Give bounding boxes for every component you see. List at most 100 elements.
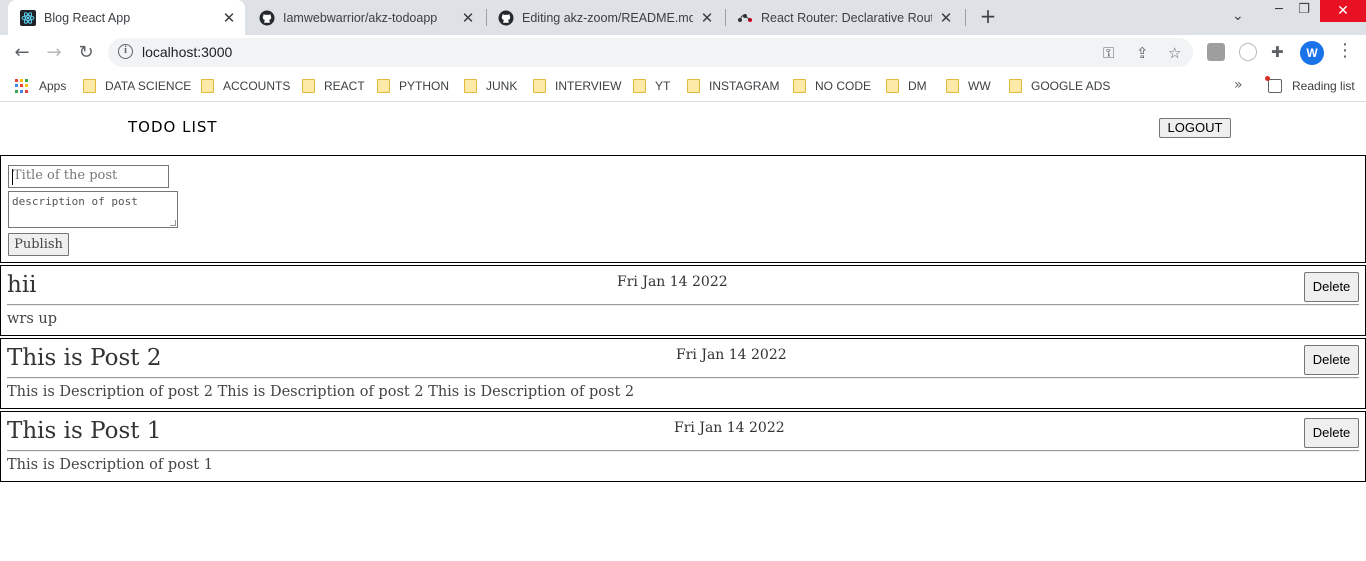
reload-icon[interactable]: ↻	[73, 40, 99, 66]
app-header: TODO LIST LOGOUT	[0, 103, 1366, 153]
address-bar[interactable]: i localhost:3000 ⚿ ⇪ ☆	[108, 38, 1193, 67]
bookmark-label: PYTHON	[399, 79, 450, 93]
close-window-icon[interactable]: ✕	[1320, 0, 1366, 22]
bookmark-label: GOOGLE ADS	[1031, 79, 1111, 93]
publish-button[interactable]: Publish	[8, 233, 69, 256]
bookmark-label: NO CODE	[815, 79, 872, 93]
folder-icon	[464, 79, 477, 93]
profile-avatar[interactable]: W	[1300, 41, 1324, 65]
bookmark-folder[interactable]: JUNK	[464, 77, 517, 95]
bookmark-folder[interactable]: INSTAGRAM	[687, 77, 779, 95]
address-url[interactable]: localhost:3000	[142, 44, 232, 60]
app-logo: TODO LIST	[128, 118, 218, 136]
logout-button[interactable]: LOGOUT	[1159, 118, 1231, 138]
tab-close-icon[interactable]: ✕	[699, 9, 715, 27]
extension-icon[interactable]	[1207, 43, 1225, 61]
post-description: This is Description of post 1	[7, 457, 213, 473]
folder-icon	[201, 79, 214, 93]
star-icon[interactable]: ☆	[1168, 44, 1181, 62]
post-card: This is Post 1 Fri Jan 14 2022 Delete Th…	[0, 411, 1366, 482]
delete-button[interactable]: Delete	[1304, 418, 1359, 448]
tab-title: Iamwebwarrior/akz-todoapp	[283, 10, 438, 25]
folder-icon	[83, 79, 96, 93]
bookmark-label: WW	[968, 79, 991, 93]
folder-icon	[633, 79, 646, 93]
tab-close-icon[interactable]: ✕	[221, 9, 237, 27]
bookmark-folder[interactable]: DATA SCIENCE	[83, 77, 191, 95]
bookmark-label: DATA SCIENCE	[105, 79, 192, 93]
chevron-down-icon[interactable]: ⌄	[1232, 8, 1244, 24]
puzzle-icon[interactable]: ✚	[1271, 43, 1289, 61]
folder-icon	[687, 79, 700, 93]
text-caret	[12, 169, 13, 185]
forward-arrow-icon[interactable]: →	[41, 40, 67, 66]
bookmark-label: ACCOUNTS	[223, 79, 291, 93]
reading-list[interactable]: Reading list	[1265, 76, 1355, 95]
back-arrow-icon[interactable]: ←	[9, 40, 35, 66]
react-icon	[20, 9, 36, 26]
restore-icon[interactable]: ❐	[1289, 0, 1319, 22]
tab-akz-todoapp[interactable]: Iamwebwarrior/akz-todoapp ✕	[247, 0, 484, 35]
tab-title: React Router: Declarative Routing	[761, 10, 932, 25]
apps-grid-icon	[15, 79, 29, 93]
delete-button[interactable]: Delete	[1304, 272, 1359, 302]
bookmark-folder[interactable]: ACCOUNTS	[201, 77, 290, 95]
bookmarks-bar: Apps DATA SCIENCE ACCOUNTS REACT PYTHON …	[0, 71, 1366, 102]
bookmark-folder[interactable]: INTERVIEW	[533, 77, 621, 95]
new-post-form: Title of the post description of post Pu…	[0, 155, 1366, 263]
tab-blog-react-app[interactable]: Blog React App ✕	[8, 0, 245, 35]
bookmark-folder[interactable]: REACT	[302, 77, 365, 95]
more-bookmarks-icon[interactable]: »	[1234, 77, 1243, 93]
tab-title: Editing akz-zoom/README.md a	[522, 10, 693, 25]
bookmark-apps[interactable]: Apps	[15, 77, 66, 95]
extension-icon[interactable]	[1239, 43, 1257, 61]
tab-strip: Blog React App ✕ Iamwebwarrior/akz-todoa…	[0, 0, 1366, 35]
bookmark-folder[interactable]: PYTHON	[377, 77, 449, 95]
delete-button[interactable]: Delete	[1304, 345, 1359, 375]
bookmark-folder[interactable]: WW	[946, 77, 991, 95]
tab-title: Blog React App	[44, 10, 131, 25]
post-description: This is Description of post 2 This is De…	[7, 384, 635, 400]
key-icon[interactable]: ⚿	[1103, 44, 1114, 62]
bookmark-folder[interactable]: NO CODE	[793, 77, 871, 95]
plus-icon[interactable]: +	[977, 6, 999, 28]
post-divider	[7, 377, 1359, 379]
tab-divider	[965, 9, 966, 26]
bookmark-folder[interactable]: YT	[633, 77, 670, 95]
tab-editing-readme[interactable]: Editing akz-zoom/README.md a ✕	[486, 0, 723, 35]
menu-icon[interactable]: ⋮	[1336, 40, 1354, 61]
browser-toolbar: ← → ↻ i localhost:3000 ⚿ ⇪ ☆ ✚ W ⋮	[0, 35, 1366, 71]
title-input[interactable]: Title of the post	[8, 165, 169, 188]
post-divider	[7, 450, 1359, 452]
bookmark-label: INSTAGRAM	[709, 79, 780, 93]
description-textarea[interactable]: description of post	[8, 191, 178, 228]
bookmark-label: DM	[908, 79, 927, 93]
post-date: Fri Jan 14 2022	[617, 274, 728, 290]
tab-close-icon[interactable]: ✕	[938, 9, 954, 27]
github-icon	[498, 10, 514, 25]
reading-list-label: Reading list	[1292, 79, 1355, 93]
folder-icon	[946, 79, 959, 93]
post-card: hii Fri Jan 14 2022 Delete wrs up	[0, 265, 1366, 336]
reading-list-icon	[1265, 76, 1282, 93]
bookmark-label: Apps	[39, 79, 67, 93]
post-description: wrs up	[7, 311, 58, 327]
post-divider	[7, 304, 1359, 306]
bookmark-folder[interactable]: GOOGLE ADS	[1009, 77, 1110, 95]
resize-handle-icon[interactable]	[170, 220, 176, 226]
bookmark-label: JUNK	[486, 79, 518, 93]
bookmark-folder[interactable]: DM	[886, 77, 927, 95]
react-router-icon	[738, 13, 752, 22]
post-title: hii	[7, 272, 37, 298]
title-placeholder: Title of the post	[13, 168, 118, 183]
share-icon[interactable]: ⇪	[1136, 44, 1149, 62]
post-title: This is Post 2	[7, 345, 162, 371]
folder-icon	[377, 79, 390, 93]
post-card: This is Post 2 Fri Jan 14 2022 Delete Th…	[0, 338, 1366, 409]
post-title: This is Post 1	[7, 418, 162, 444]
tab-react-router[interactable]: React Router: Declarative Routing ✕	[725, 0, 962, 35]
info-icon[interactable]: i	[118, 44, 133, 59]
folder-icon	[533, 79, 546, 93]
tab-close-icon[interactable]: ✕	[460, 9, 476, 27]
folder-icon	[1009, 79, 1022, 93]
